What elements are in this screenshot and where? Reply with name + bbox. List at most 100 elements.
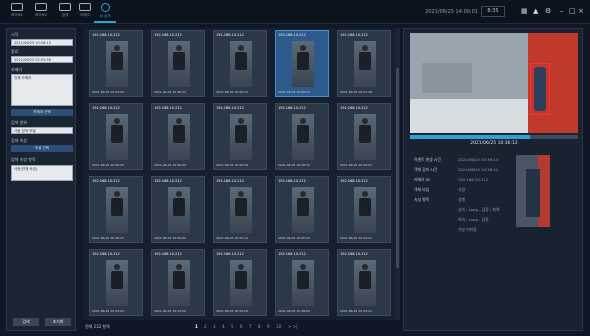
nav-live2[interactable]: 라이브2 [30, 3, 52, 23]
scroll-thumb[interactable] [396, 68, 399, 268]
info-key: 이벤트 발생 시간 [414, 157, 441, 162]
info-key: 카메라 ID [414, 177, 430, 182]
head [238, 264, 244, 270]
restore-icon[interactable]: □ [569, 8, 576, 15]
result-card[interactable]: 192.168.10.212 2021-06-25 10:43:11 [337, 249, 391, 316]
video-player[interactable] [410, 33, 578, 133]
page-button[interactable]: 5 [231, 324, 234, 329]
camera-list[interactable]: 전체 카메라 [11, 74, 73, 106]
head [176, 118, 182, 124]
result-card[interactable]: 192.168.10.212 2021-06-25 10:48:09 [275, 249, 329, 316]
search-icon [59, 3, 71, 11]
grid-icon[interactable]: ▦ [521, 8, 528, 15]
thumb-person [526, 169, 540, 217]
end-field[interactable]: 2021/06/25 22:55:56 [11, 56, 73, 63]
result-card[interactable]: 192.168.10.212 2021-06-25 10:43:03 [89, 249, 143, 316]
result-card[interactable]: 192.168.10.212 2021-06-25 10:56:29 [275, 176, 329, 243]
head [300, 45, 306, 51]
monitor-icon [11, 3, 23, 11]
detail-panel: 2021/06/25 10:36:12 이벤트 발생 시간 2021/06/25 … [403, 28, 583, 331]
head [238, 191, 244, 197]
info-value: 192.168.10.212 [458, 177, 489, 182]
card-timestamp: 2021-06-25 10:56:29 [278, 236, 310, 240]
info-value: 사람 [458, 187, 465, 192]
card-camera-id: 192.168.10.212 [216, 252, 244, 256]
search-button[interactable]: 검색 [13, 318, 39, 326]
next-page-button[interactable]: > >| [288, 324, 297, 329]
body [359, 125, 371, 143]
nav-live1[interactable]: 라이브1 [6, 3, 28, 23]
card-camera-id: 192.168.10.212 [340, 33, 368, 37]
result-card[interactable]: 192.168.10.212 2021-06-25 10:54:20 [151, 249, 205, 316]
result-card[interactable]: 192.168.10.212 2021-06-25 10:56:21 [275, 30, 329, 97]
card-timestamp: 2021-06-25 10:54:11 [340, 163, 372, 167]
result-card[interactable]: 192.168.10.212 2021-06-25 10:54:11 [337, 103, 391, 170]
page-button[interactable]: 2 [204, 324, 207, 329]
layout-icon [79, 3, 91, 11]
page-button[interactable]: 7 [249, 324, 252, 329]
card-timestamp: 2021-06-25 10:43:43 [92, 90, 124, 94]
result-card[interactable]: 192.168.10.212 2021-06-25 10:56:09 [89, 103, 143, 170]
nav-search[interactable]: 검색 [54, 3, 76, 23]
result-card[interactable]: 192.168.10.212 2021-06-25 10:58:33 [275, 103, 329, 170]
body [173, 271, 185, 289]
result-card[interactable]: 192.168.10.212 2021-06-25 10:43:43 [89, 30, 143, 97]
result-card[interactable]: 192.168.10.212 2021-06-25 10:56:16 [213, 103, 267, 170]
close-icon[interactable]: × [578, 8, 584, 15]
page-button[interactable]: 1 [195, 324, 198, 329]
bell-icon[interactable]: ▲ [533, 8, 538, 15]
result-card[interactable]: 192.168.10.212 2021-06-25 10:54:11 [337, 176, 391, 243]
body [297, 125, 309, 143]
head [114, 191, 120, 197]
head [300, 118, 306, 124]
reset-button[interactable]: 초기화 [45, 318, 71, 326]
video-timestamp: 2021/06/25 10:36:12 [470, 141, 518, 146]
grid-scrollbar[interactable] [395, 28, 400, 320]
card-camera-id: 192.168.10.212 [216, 106, 244, 110]
camera-select-button[interactable]: 카메라 선택 [11, 109, 73, 116]
page-button[interactable]: 9 [267, 324, 270, 329]
head [176, 191, 182, 197]
person-thumbnail [106, 260, 128, 306]
gear-icon[interactable]: ⚙ [545, 8, 551, 15]
nav-drag[interactable]: 드래그 [74, 3, 96, 23]
stairs [422, 63, 472, 93]
total-count: 전체 232 항목 [85, 324, 110, 329]
video-timeline[interactable] [410, 135, 578, 139]
page-button[interactable]: 4 [222, 324, 225, 329]
page-button[interactable]: 8 [258, 324, 261, 329]
nav-ai-search[interactable]: AI 검색 [94, 3, 116, 23]
result-card[interactable]: 192.168.10.212 2021-06-25 10:56:09 [151, 176, 205, 243]
result-card[interactable]: 192.168.10.212 2021-06-25 10:56:23 [213, 30, 267, 97]
person-thumbnail [168, 260, 190, 306]
page-button[interactable]: 6 [240, 324, 243, 329]
page-button[interactable]: 3 [213, 324, 216, 329]
page-button[interactable]: 10 [276, 324, 281, 329]
card-camera-id: 192.168.10.212 [92, 252, 120, 256]
attribute-list[interactable]: 사람(전체 속성) [11, 165, 73, 181]
head [362, 45, 368, 51]
object-thumbnail [516, 155, 550, 227]
info-value: 성별 [458, 197, 465, 202]
person-thumbnail [292, 114, 314, 160]
clock-date: 2021/06/25 14:00:01 [425, 9, 478, 15]
ai-search-icon [100, 3, 110, 12]
card-camera-id: 192.168.10.212 [278, 106, 306, 110]
result-card[interactable]: 192.168.10.212 2021-06-25 10:55:14 [213, 176, 267, 243]
head [362, 118, 368, 124]
result-card[interactable]: 192.168.10.212 2021-06-25 10:51:38 [337, 30, 391, 97]
card-timestamp: 2021-06-25 10:48:09 [278, 309, 310, 313]
result-card[interactable]: 192.168.10.212 2021-06-25 10:56:09 [151, 103, 205, 170]
start-field[interactable]: 2021/06/25 10:56:15 [11, 39, 73, 46]
card-timestamp: 2021-06-25 10:43:11 [340, 309, 372, 313]
body [297, 271, 309, 289]
result-card[interactable]: 192.168.10.212 2021-06-25 10:54:16 [213, 249, 267, 316]
body [111, 125, 123, 143]
attribute-select-button[interactable]: 속성 선택 [11, 145, 73, 152]
result-card[interactable]: 192.168.10.212 2021-06-25 10:48:15 [89, 176, 143, 243]
result-card[interactable]: 192.168.10.212 2021-06-25 10:48:33 [151, 30, 205, 97]
info-value: 2021/06/25 10:36:13 [458, 157, 499, 162]
range-select[interactable]: 사람 검색 모델 [11, 127, 73, 134]
info-value: 가방 미착용 [458, 227, 477, 232]
minimize-icon[interactable]: – [560, 8, 564, 15]
